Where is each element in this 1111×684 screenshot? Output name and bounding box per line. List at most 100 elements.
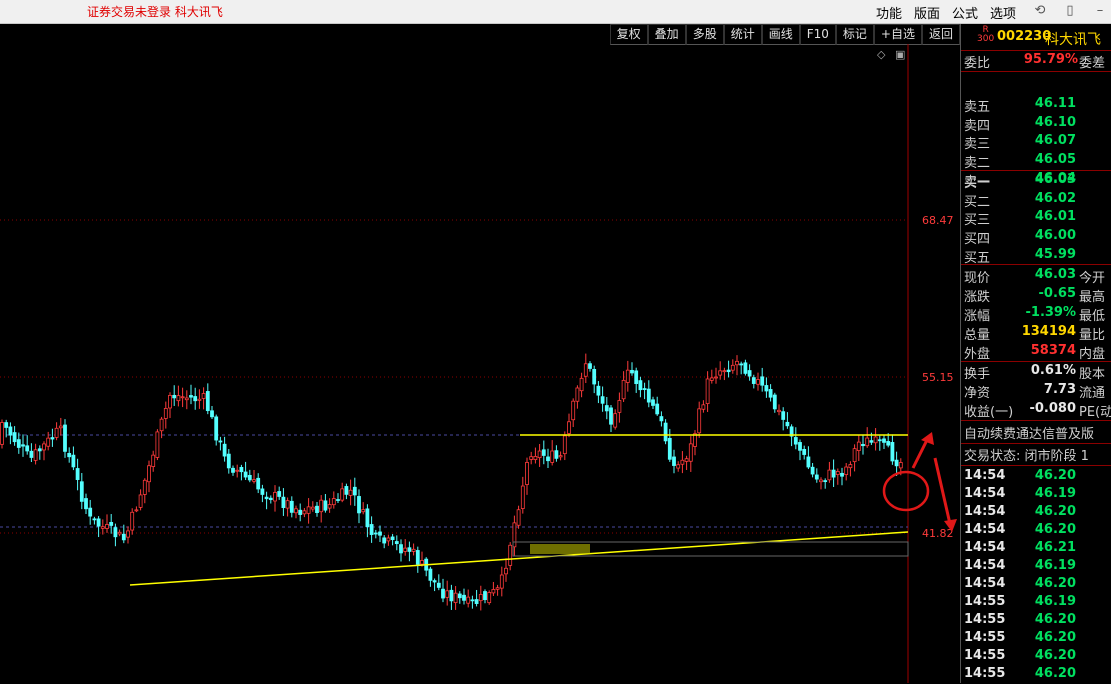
candle-body [147, 465, 151, 483]
candle-body [256, 477, 261, 490]
candle-body [474, 599, 479, 604]
stat-ext: 最高 [1079, 289, 1106, 305]
price-label-high: 68.47 [922, 214, 954, 227]
candle-body [239, 467, 244, 473]
tick-row: 14:54 46.21 [961, 540, 1111, 558]
window-icon[interactable]: ▯ [1062, 3, 1078, 19]
candle-body [558, 455, 563, 458]
tick-price: 46.19 [1034, 594, 1076, 609]
candle-body [369, 524, 374, 535]
candle-body [184, 397, 189, 401]
menu-options[interactable]: 选项 [990, 3, 1016, 22]
finance-label: 净资 [964, 385, 991, 401]
refresh-icon[interactable]: ⟲ [1032, 3, 1048, 19]
candle-body [898, 462, 903, 469]
candle-body [121, 533, 126, 541]
bid-label: 买五 [964, 250, 991, 266]
stat-value: -0.65 [1038, 285, 1076, 301]
tick-time: 14:54 [964, 504, 1006, 519]
candle-body [819, 479, 823, 483]
candle-body [504, 567, 508, 575]
promo-banner[interactable]: 自动续费通达信普及版 [961, 423, 1111, 443]
candle-body [226, 453, 231, 469]
candle-body [541, 449, 546, 456]
candle-body [331, 498, 336, 506]
candle-body [0, 422, 4, 445]
tick-row: 14:54 46.20 [961, 576, 1111, 594]
candle-body [16, 439, 21, 448]
ask-label: 卖二 [964, 156, 991, 172]
candle-body [625, 369, 630, 383]
candle-body [604, 405, 609, 412]
tick-time: 14:54 [964, 522, 1006, 537]
stat-label: 外盘 [964, 346, 991, 362]
candle-body [436, 582, 441, 588]
candle-body [760, 376, 765, 386]
finance-ext: 股本 [1079, 367, 1106, 382]
candle-body [466, 596, 471, 604]
stat-value: 134194 [1021, 323, 1076, 339]
bid-row: 买三 46.01 [961, 209, 1111, 228]
minimize-icon[interactable]: – [1092, 3, 1108, 19]
weicha-label: 委差 [1079, 56, 1106, 71]
candle-body [852, 448, 857, 463]
candle-body [550, 450, 555, 463]
candle-body [407, 547, 412, 552]
candle-body [823, 480, 828, 483]
candle-body [403, 547, 408, 552]
candle-body [873, 436, 878, 444]
candle-body [684, 458, 689, 462]
candle-body [84, 498, 88, 510]
menu-layout[interactable]: 版面 [914, 3, 940, 22]
candle-body [344, 486, 349, 495]
candle-body [100, 526, 105, 529]
candle-body [75, 468, 80, 480]
tick-price: 46.20 [1034, 630, 1076, 645]
candle-body [411, 548, 416, 552]
candle-body [861, 444, 865, 447]
tick-row: 14:55 46.20 [961, 648, 1111, 666]
tick-time: 14:55 [964, 612, 1006, 627]
candle-body [382, 537, 387, 544]
candle-body [201, 393, 206, 399]
candle-body [751, 377, 756, 384]
finance-value: 0.61% [1030, 363, 1076, 378]
candle-body [294, 508, 298, 514]
candle-body [348, 489, 353, 496]
menu-formula[interactable]: 公式 [952, 3, 978, 22]
login-notice[interactable]: 证券交易未登录 科大讯飞 [87, 3, 223, 20]
candle-body [613, 413, 618, 428]
candle-body [453, 592, 458, 604]
candle-body [340, 488, 345, 501]
tick-row: 14:54 46.20 [961, 522, 1111, 540]
bid-row: 买五 45.99 [961, 247, 1111, 266]
finance-row: 换手 0.61% 股本 [961, 363, 1111, 382]
kline-chart[interactable]: 复权 叠加 多股 统计 画线 F10 标记 +自选 返回 ◇ ▣ 68.47 5… [0, 24, 960, 683]
candle-body [264, 496, 269, 500]
candle-body [667, 437, 672, 460]
diamond-icon[interactable]: ◇ [877, 48, 885, 61]
candle-body [357, 496, 361, 514]
candle-body [231, 467, 235, 473]
tick-time: 14:54 [964, 558, 1006, 573]
candle-body [415, 550, 420, 565]
panel-toggle-icon[interactable]: ▣ [895, 48, 905, 61]
stat-row: 总量 134194 量比 [961, 323, 1111, 343]
menu-function[interactable]: 功能 [876, 3, 902, 22]
candle-body [575, 387, 580, 402]
tick-row: 14:54 46.20 [961, 504, 1111, 522]
candle-body [806, 456, 811, 468]
tick-row: 14:55 46.20 [961, 630, 1111, 648]
candle-body [197, 398, 202, 401]
candle-body [630, 369, 634, 374]
stat-label: 现价 [964, 271, 991, 286]
candle-body [705, 378, 710, 405]
tick-price: 46.20 [1034, 504, 1076, 519]
tick-row: 14:55 46.19 [961, 594, 1111, 612]
candle-body [764, 385, 769, 392]
candle-body [193, 396, 198, 402]
trade-status-text: 交易状态: 闭市阶段 1 [964, 449, 1089, 464]
stat-ext: 量比 [1079, 327, 1106, 343]
candle-body [562, 435, 567, 455]
stat-label: 总量 [964, 327, 991, 343]
